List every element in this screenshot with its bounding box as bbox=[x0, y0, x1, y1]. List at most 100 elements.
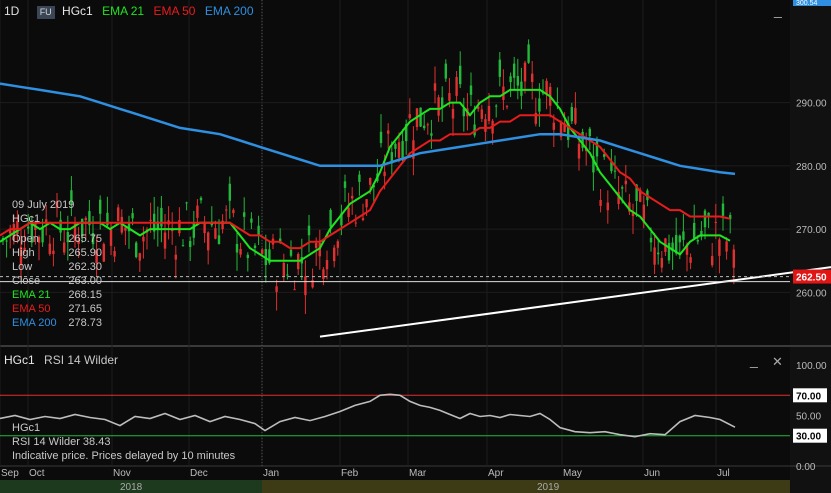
candle-body bbox=[696, 239, 699, 242]
year-band-2019 bbox=[262, 480, 790, 493]
candle-body bbox=[599, 199, 602, 206]
ohlc-rows: Open 265.75 High 265.90 Low 262.30 Close 263.00… bbox=[12, 232, 102, 330]
rsi-tick-label: 50.00 bbox=[796, 412, 821, 423]
candle-body bbox=[5, 240, 8, 242]
candle-body bbox=[243, 212, 246, 217]
rsi-minimize-button[interactable]: _ bbox=[750, 352, 758, 368]
ohlc-row-label: Close bbox=[12, 275, 41, 287]
candle-body bbox=[624, 180, 627, 185]
rsi-close-button[interactable]: ✕ bbox=[772, 354, 783, 370]
candle-body bbox=[689, 257, 692, 263]
candle-body bbox=[142, 236, 145, 242]
ohlc-row-label: High bbox=[12, 247, 35, 259]
price-tick-label: 270.00 bbox=[796, 225, 827, 236]
candle-body bbox=[538, 98, 541, 112]
candle-body bbox=[455, 76, 458, 96]
candle-body bbox=[595, 140, 599, 157]
candle-body bbox=[437, 97, 440, 116]
candle-body bbox=[293, 289, 296, 291]
chart-window: 0.00 30.00 50.00 70.00 100.00 Sep Oct Nov Dec Ja… bbox=[0, 0, 831, 493]
candle-body bbox=[102, 244, 105, 262]
rsi-readout: HGc1 RSI 14 Wilder 38.43 Indicative pric… bbox=[12, 421, 235, 463]
month-tick-label: Sep bbox=[1, 468, 19, 479]
ohlc-row: EMA 200 278.73 bbox=[12, 316, 102, 330]
candle-body bbox=[369, 177, 372, 185]
price-tick-label: 280.00 bbox=[796, 162, 827, 173]
candle-body bbox=[135, 242, 138, 258]
candle-body bbox=[196, 205, 199, 218]
candle-body bbox=[322, 269, 325, 280]
candle-body bbox=[235, 243, 239, 253]
candle-body bbox=[228, 183, 231, 201]
fu-badge: FU bbox=[36, 6, 55, 19]
candle-body bbox=[678, 235, 681, 243]
candle-body bbox=[459, 65, 462, 85]
candle-body bbox=[250, 218, 253, 223]
candle-body bbox=[588, 128, 591, 137]
ema21-legend: EMA 21 bbox=[102, 4, 145, 18]
candle-body bbox=[408, 114, 411, 119]
candle-body bbox=[257, 225, 260, 235]
month-tick-label: Mar bbox=[409, 468, 427, 479]
interval-label[interactable]: 1D bbox=[4, 4, 19, 18]
candle-body bbox=[577, 143, 581, 159]
candle-body bbox=[394, 143, 397, 149]
candle-body bbox=[354, 222, 357, 224]
candle-body bbox=[351, 195, 354, 199]
candle-body bbox=[451, 108, 455, 119]
rsi-tick-label: 0.00 bbox=[796, 462, 816, 473]
candle-body bbox=[174, 254, 177, 260]
candle-body bbox=[207, 232, 210, 251]
candle-body bbox=[682, 231, 685, 240]
month-tick-label: Dec bbox=[190, 468, 208, 479]
candle-body bbox=[419, 107, 422, 127]
top-partial-price-label: 300.54 bbox=[796, 0, 818, 7]
year-label-2018: 2018 bbox=[120, 482, 143, 493]
candle-body bbox=[430, 133, 433, 136]
candle-body bbox=[214, 228, 217, 239]
grid bbox=[0, 0, 831, 493]
candle-body bbox=[513, 63, 516, 78]
candle-body bbox=[307, 225, 311, 236]
background bbox=[0, 0, 831, 493]
month-tick-label: Apr bbox=[488, 468, 504, 479]
symbol-label: HGc1 bbox=[62, 4, 93, 18]
candle-body bbox=[523, 62, 527, 82]
chart-canvas[interactable]: 0.00 30.00 50.00 70.00 100.00 Sep Oct Nov Dec Ja… bbox=[0, 0, 831, 493]
price-panel-minimize-button[interactable]: _ bbox=[774, 2, 782, 18]
ohlc-row-value: 278.73 bbox=[68, 317, 102, 329]
candle-body bbox=[527, 44, 530, 63]
candle-body bbox=[505, 106, 509, 108]
candle-body bbox=[495, 105, 498, 107]
candle-body bbox=[315, 243, 318, 248]
candle-body bbox=[469, 85, 473, 95]
candle-body bbox=[358, 174, 361, 182]
ohlc-row-label: EMA 21 bbox=[12, 289, 51, 301]
candle-body bbox=[570, 106, 573, 122]
candle-body bbox=[275, 286, 278, 292]
rsi-tick-label: 30.00 bbox=[796, 432, 821, 443]
candle-body bbox=[239, 248, 242, 255]
ohlc-row-value: 268.15 bbox=[68, 289, 102, 301]
ohlc-row-label: EMA 200 bbox=[12, 317, 57, 329]
candle-body bbox=[423, 125, 426, 129]
candle-body bbox=[718, 239, 721, 256]
candle-body bbox=[286, 274, 289, 276]
candle-body bbox=[444, 63, 447, 79]
ohlc-symbol: HGc1 bbox=[12, 213, 41, 225]
rsi-tick-label: 70.00 bbox=[796, 391, 821, 402]
ohlc-row-value: 263.00 bbox=[68, 275, 102, 287]
month-tick-label: Jan bbox=[263, 468, 279, 479]
candle-body bbox=[199, 197, 203, 201]
year-label-2019: 2019 bbox=[537, 482, 560, 493]
ema200-legend: EMA 200 bbox=[204, 4, 254, 18]
candle-body bbox=[163, 232, 167, 249]
candle-body bbox=[232, 209, 235, 214]
rsi-readout-symbol: HGc1 bbox=[12, 422, 41, 434]
ohlc-row-value: 262.30 bbox=[68, 261, 102, 273]
rsi-symbol-label: HGc1 bbox=[4, 353, 35, 367]
candle-body bbox=[189, 241, 192, 247]
candle-body bbox=[693, 222, 696, 239]
price-tick-label: 290.00 bbox=[796, 99, 827, 110]
candle-body bbox=[545, 80, 548, 94]
